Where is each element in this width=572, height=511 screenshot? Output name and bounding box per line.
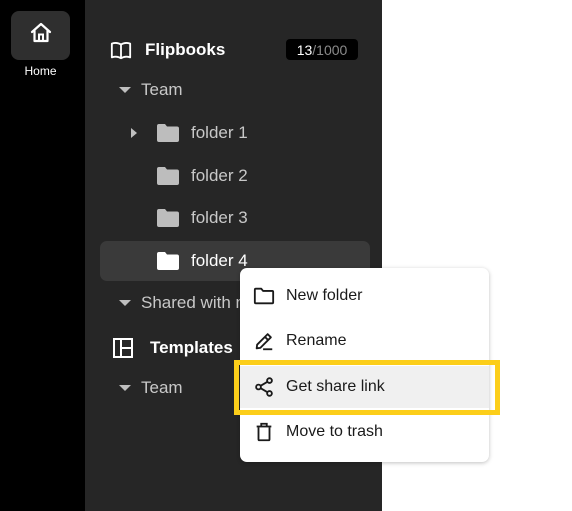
sidebar-section-team[interactable]: Team	[119, 79, 183, 101]
folder-icon	[156, 208, 180, 228]
shared-label: Shared with m	[141, 293, 250, 312]
folder-label: folder 2	[191, 166, 248, 185]
flipbook-count-badge: 13/1000	[286, 39, 358, 60]
highlight-annotation	[234, 360, 500, 415]
menu-item-label: New folder	[286, 287, 363, 304]
folder-label: folder 4	[191, 251, 248, 270]
folder-icon	[156, 123, 180, 143]
book-open-icon	[110, 39, 132, 61]
team-label: Team	[141, 80, 183, 99]
layout-icon	[112, 337, 134, 359]
count-max: 1000	[316, 41, 348, 58]
chevron-down-icon	[119, 300, 131, 306]
nav-rail: Home	[0, 0, 85, 511]
sidebar-item-folder-1[interactable]: folder 1	[131, 121, 248, 145]
sidebar-item-templates[interactable]: Templates	[112, 336, 233, 360]
home-button[interactable]	[11, 11, 70, 60]
chevron-right-icon[interactable]	[131, 128, 137, 138]
folder-icon	[156, 251, 180, 271]
templates-label: Templates	[150, 338, 233, 357]
pencil-icon	[252, 329, 276, 353]
sidebar-section-shared[interactable]: Shared with m	[119, 292, 250, 314]
folder-outline-icon	[252, 284, 276, 308]
menu-item-label: Rename	[286, 332, 347, 349]
chevron-down-icon	[119, 385, 131, 391]
trash-icon	[252, 420, 276, 444]
menu-item-label: Move to trash	[286, 423, 383, 440]
folder-label: folder 3	[191, 208, 248, 227]
folder-icon	[156, 166, 180, 186]
sidebar-item-folder-2[interactable]: folder 2	[156, 164, 248, 188]
menu-item-move-to-trash[interactable]: Move to trash	[240, 411, 489, 453]
menu-item-rename[interactable]: Rename	[240, 320, 489, 362]
app-window: Home Flipbooks 13/1000 Team folder 1 fol…	[0, 0, 572, 511]
home-label: Home	[24, 64, 57, 78]
folder-label: folder 1	[191, 123, 248, 142]
templates-team-label: Team	[141, 378, 183, 397]
sidebar-section-templates-team[interactable]: Team	[119, 377, 183, 399]
sidebar-item-folder-3[interactable]: folder 3	[156, 206, 248, 230]
count-used: 13	[296, 41, 313, 58]
sidebar-item-flipbooks[interactable]: Flipbooks	[110, 38, 225, 62]
menu-item-new-folder[interactable]: New folder	[240, 275, 489, 317]
home-icon	[29, 21, 53, 50]
sidebar-item-folder-4[interactable]: folder 4	[156, 249, 248, 273]
flipbooks-label: Flipbooks	[145, 40, 226, 59]
chevron-down-icon	[119, 87, 131, 93]
